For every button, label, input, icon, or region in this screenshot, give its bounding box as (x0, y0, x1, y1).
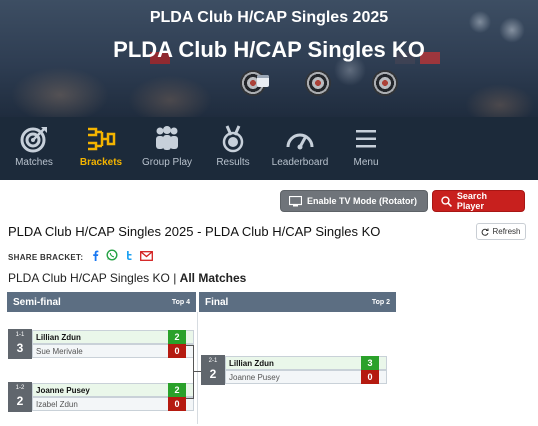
nav-leaderboard[interactable]: Leaderboard (268, 117, 332, 180)
search-icon (441, 195, 452, 207)
medal-icon (222, 125, 244, 153)
seed-number: 3 (16, 341, 24, 355)
event-title: PLDA Club H/CAP Singles 2025 (149, 9, 389, 26)
nav-label: Group Play (141, 157, 193, 168)
competition-title: PLDA Club H/CAP Singles KO (113, 37, 425, 62)
search-player-label: Search Player (456, 191, 487, 211)
player-score: 3 (361, 356, 379, 370)
match-seed: 2-1 2 (201, 355, 225, 385)
player-score: 0 (361, 370, 379, 384)
match-id: 2-1 (208, 358, 218, 364)
calendar-icon[interactable] (257, 75, 269, 87)
page-title: PLDA Club H/CAP Singles 2025 - PLDA Club… (8, 224, 381, 239)
bracket-match-final[interactable]: 2-1 2 Lillian Zdun Joanne Pusey 3 0 (201, 355, 387, 385)
bracket-connector (186, 345, 193, 346)
player-score: 2 (168, 383, 186, 397)
nav-menu[interactable]: Menu (344, 117, 388, 180)
refresh-label: Refresh (492, 227, 521, 236)
nav-label: Matches (15, 157, 53, 168)
bracket-connector (193, 345, 194, 399)
player-name: Lillian Zdun (229, 358, 274, 368)
share-bracket-row: SHARE BRACKET: (8, 248, 154, 266)
nav-brackets[interactable]: Brackets (72, 117, 130, 180)
nav-results[interactable]: Results (207, 117, 259, 180)
breadcrumb-event: PLDA Club H/CAP Singles KO (8, 271, 170, 285)
seed-number: 2 (209, 367, 217, 381)
player-name: Sue Merivale (36, 346, 83, 356)
nav-matches[interactable]: Matches (5, 117, 63, 180)
column-divider (197, 312, 198, 424)
refresh-icon (482, 228, 489, 236)
round-top: Top 2 (371, 298, 390, 306)
match-id: 1-1 (15, 332, 25, 338)
hamburger-icon (356, 130, 376, 148)
share-label: SHARE BRACKET: (8, 252, 84, 262)
bracket-match[interactable]: 1-2 2 Joanne Pusey Izabel Zdun 2 0 (8, 382, 194, 412)
player-score: 0 (168, 397, 186, 411)
round-name: Semi-final (13, 296, 61, 308)
player-name: Izabel Zdun (36, 399, 78, 409)
nav-label: Results (216, 157, 250, 168)
round-name: Final (205, 296, 229, 308)
gauge-icon (286, 133, 314, 150)
group-icon (156, 126, 178, 150)
nav-label: Leaderboard (271, 157, 329, 168)
nav-label: Brackets (79, 157, 123, 168)
main-nav: Matches Brackets Group Play Results Lead… (0, 117, 538, 180)
bracket-connector (193, 371, 201, 372)
bracket-icon (88, 127, 116, 151)
email-icon[interactable] (140, 248, 154, 266)
monitor-icon (289, 195, 302, 206)
player-score: 0 (168, 344, 186, 358)
dartboard-image (305, 70, 331, 96)
player-score: 2 (168, 330, 186, 344)
match-id: 1-2 (15, 385, 25, 391)
match-seed: 1-1 3 (8, 329, 32, 359)
round-header-final: Final Top 2 (199, 292, 396, 312)
bracket-match[interactable]: 1-1 3 Lillian Zdun Sue Merivale 2 0 (8, 329, 194, 359)
refresh-button[interactable]: Refresh (476, 223, 526, 240)
round-top: Top 4 (171, 298, 190, 306)
search-player-button[interactable]: Search Player (432, 190, 525, 212)
match-seed: 1-2 2 (8, 382, 32, 412)
target-icon (20, 127, 47, 153)
player-name: Lillian Zdun (36, 332, 81, 342)
header-banner: PLDA Club H/CAP Singles 2025 PLDA Club H… (0, 0, 538, 117)
dartboard-image (372, 70, 398, 96)
tv-mode-button[interactable]: Enable TV Mode (Rotator) (280, 190, 428, 212)
player-name: Joanne Pusey (229, 372, 280, 382)
breadcrumb: PLDA Club H/CAP Singles KO | All Matches (8, 271, 246, 285)
tv-mode-label: Enable TV Mode (Rotator) (307, 196, 417, 206)
breadcrumb-filter[interactable]: All Matches (180, 271, 247, 285)
seed-number: 2 (16, 394, 24, 408)
breadcrumb-separator: | (169, 271, 180, 285)
nav-label: Menu (353, 157, 379, 168)
whatsapp-icon[interactable] (106, 248, 118, 266)
twitter-icon[interactable] (124, 248, 134, 266)
nav-group-play[interactable]: Group Play (137, 117, 197, 180)
facebook-icon[interactable] (91, 248, 100, 266)
bracket-connector (186, 398, 193, 399)
player-name: Joanne Pusey (36, 385, 90, 395)
round-header-semi-final: Semi-final Top 4 (7, 292, 196, 312)
